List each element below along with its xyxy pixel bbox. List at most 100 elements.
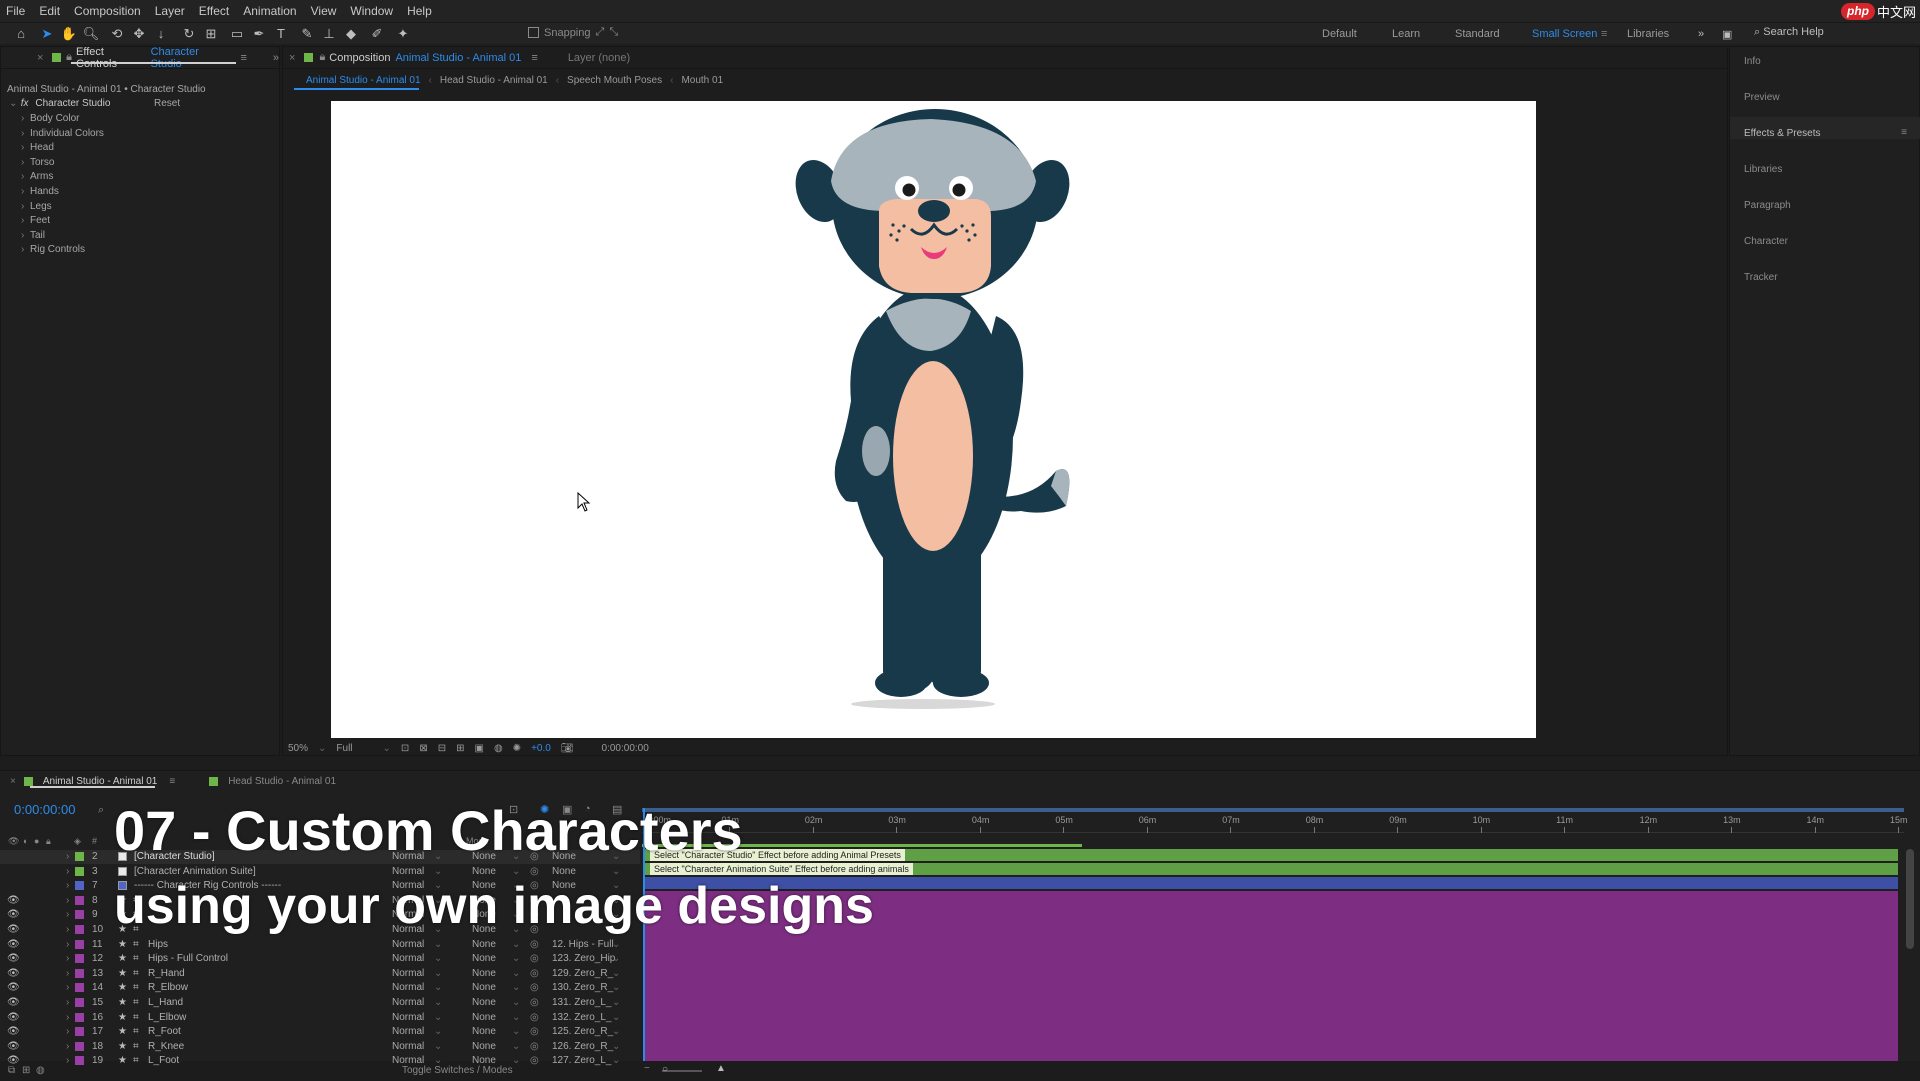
- shy-star-icon[interactable]: ★: [118, 982, 127, 993]
- layer-mode-select[interactable]: Normal: [392, 1041, 424, 1052]
- menu-effect[interactable]: Effect: [199, 4, 229, 18]
- orbit-tool-icon[interactable]: ⟲: [108, 25, 126, 43]
- expand-arrow-icon[interactable]: ›: [66, 895, 69, 906]
- lock-icon[interactable]: 🔒︎: [319, 51, 325, 64]
- composition-tab[interactable]: Composition: [329, 52, 390, 64]
- layer-trkmat-select[interactable]: None: [472, 1026, 496, 1037]
- layer-trkmat-select[interactable]: None: [472, 1012, 496, 1023]
- home-icon[interactable]: ⌂: [12, 25, 30, 43]
- trkmat-dropdown-icon[interactable]: ⌄: [512, 968, 520, 979]
- layer-trkmat-select[interactable]: None: [472, 997, 496, 1008]
- label-color-swatch[interactable]: [75, 1012, 84, 1022]
- solo-column-icon[interactable]: ●: [34, 836, 39, 846]
- expand-arrow-icon[interactable]: ›: [66, 953, 69, 964]
- parent-dropdown-icon[interactable]: ⌄: [612, 997, 620, 1008]
- roto-brush-tool-icon[interactable]: ✐: [368, 25, 386, 43]
- expand-arrow-icon[interactable]: ›: [21, 186, 30, 197]
- visibility-eye-icon[interactable]: 👁︎: [7, 895, 20, 906]
- layer-parent-select[interactable]: 126. Zero_R_: [552, 1041, 613, 1052]
- parent-dropdown-icon[interactable]: ⌄: [612, 982, 620, 993]
- workspace-learn[interactable]: Learn: [1392, 28, 1420, 40]
- parent-dropdown-icon[interactable]: ⌄: [612, 939, 620, 950]
- shy-star-icon[interactable]: ★: [118, 1026, 127, 1037]
- fx-label[interactable]: fx: [21, 98, 29, 109]
- menu-help[interactable]: Help: [407, 4, 432, 18]
- parent-dropdown-icon[interactable]: ⌄: [612, 1012, 620, 1023]
- eraser-tool-icon[interactable]: ◆: [342, 25, 360, 43]
- layer-mode-select[interactable]: Normal: [392, 1055, 424, 1066]
- workspace-standard[interactable]: Standard: [1455, 28, 1500, 40]
- breadcrumb-speech-mouth[interactable]: Speech Mouth Poses: [567, 75, 662, 86]
- layer-parent-select[interactable]: 130. Zero_R_: [552, 982, 613, 993]
- label-color-swatch[interactable]: [75, 939, 84, 949]
- parent-dropdown-icon[interactable]: ⌄: [612, 968, 620, 979]
- shy-star-icon[interactable]: ★: [118, 939, 127, 950]
- expand-arrow-icon[interactable]: ›: [21, 128, 30, 139]
- trkmat-dropdown-icon[interactable]: ⌄: [512, 982, 520, 993]
- zoom-out-icon[interactable]: −: [644, 1063, 650, 1074]
- visibility-eye-icon[interactable]: 👁︎: [7, 997, 20, 1008]
- expand-arrow-icon[interactable]: ›: [21, 215, 30, 226]
- label-color-swatch[interactable]: [75, 998, 84, 1007]
- breadcrumb-mouth[interactable]: Mouth 01: [681, 75, 723, 86]
- layer-row[interactable]: 👁︎ › 16 ★ ⌗ L_Elbow Normal ⌄ None ⌄ ◎ 132. Zero_L_ ⌄: [0, 1011, 640, 1025]
- clone-stamp-tool-icon[interactable]: ⊥: [320, 25, 338, 43]
- effect-group[interactable]: › Rig Controls: [21, 244, 85, 255]
- expand-arrow-icon[interactable]: ›: [21, 113, 30, 124]
- label-color-swatch[interactable]: [75, 852, 84, 861]
- visibility-eye-icon[interactable]: 👁︎: [7, 953, 20, 964]
- expand-arrow-icon[interactable]: ›: [21, 142, 30, 153]
- zoom-slider-handle[interactable]: ○: [662, 1064, 668, 1075]
- visibility-eye-icon[interactable]: 👁︎: [7, 1055, 20, 1066]
- label-color-swatch[interactable]: [75, 983, 84, 993]
- layer-row[interactable]: 👁︎ › 19 ★ ⌗ L_Foot Normal ⌄ None ⌄ ◎ 127. Zero_L_ ⌄: [0, 1054, 640, 1068]
- audio-column-icon[interactable]: ◖: [22, 836, 27, 846]
- rectangle-tool-icon[interactable]: ▭: [228, 25, 246, 43]
- pick-whip-icon[interactable]: ◎: [530, 1026, 539, 1037]
- workspace-toggle-icon[interactable]: ▣: [1722, 28, 1732, 41]
- lock-column-icon[interactable]: 🔒︎: [46, 836, 51, 847]
- trkmat-dropdown-icon[interactable]: ⌄: [512, 953, 520, 964]
- layer-mode-select[interactable]: Normal: [392, 968, 424, 979]
- label-color-swatch[interactable]: [75, 1027, 84, 1037]
- exposure-value[interactable]: +0.0: [531, 743, 551, 754]
- timeline-tab-animal-studio[interactable]: Animal Studio - Animal 01: [43, 776, 158, 787]
- breadcrumb-head-studio[interactable]: Head Studio - Animal 01: [440, 75, 548, 86]
- mode-dropdown-icon[interactable]: ⌄: [434, 968, 442, 979]
- effect-group[interactable]: › Legs: [21, 201, 52, 212]
- close-panel-icon[interactable]: ×: [10, 776, 16, 787]
- grid-options-icon[interactable]: ▣: [474, 743, 483, 754]
- parent-dropdown-icon[interactable]: ⌄: [612, 1026, 620, 1037]
- visibility-eye-icon[interactable]: 👁︎: [7, 924, 20, 935]
- menu-window[interactable]: Window: [350, 4, 393, 18]
- visibility-column-icon[interactable]: 👁︎: [8, 836, 19, 847]
- layer-name[interactable]: [Character Animation Suite]: [134, 866, 256, 877]
- shy-star-icon[interactable]: ★: [118, 1055, 127, 1066]
- expand-arrow-icon[interactable]: ⌄: [9, 98, 18, 109]
- effect-controls-target[interactable]: Character Studio: [151, 46, 231, 70]
- layer-mode-select[interactable]: Normal: [392, 866, 424, 877]
- brush-tool-icon[interactable]: ✎: [298, 25, 316, 43]
- search-input[interactable]: Search Help: [1763, 26, 1824, 38]
- layer-name[interactable]: L_Hand: [148, 997, 183, 1008]
- reset-button[interactable]: Reset: [154, 98, 180, 109]
- pick-whip-icon[interactable]: ◎: [530, 1055, 539, 1066]
- expand-arrow-icon[interactable]: ›: [66, 982, 69, 993]
- layer-parent-select[interactable]: 127. Zero_L_: [552, 1055, 612, 1066]
- expand-arrow-icon[interactable]: ›: [21, 171, 30, 182]
- layer-name[interactable]: R_Hand: [148, 968, 185, 979]
- mode-dropdown-icon[interactable]: ⌄: [434, 982, 442, 993]
- layer-name[interactable]: Hips: [148, 939, 168, 950]
- type-tool-icon[interactable]: T: [272, 25, 290, 43]
- expand-arrow-icon[interactable]: ›: [66, 997, 69, 1008]
- label-color-swatch[interactable]: [75, 925, 84, 934]
- resolution-dropdown-icon[interactable]: ⌄: [383, 743, 391, 754]
- pick-whip-icon[interactable]: ◎: [530, 939, 539, 950]
- layer-row[interactable]: 👁︎ › 12 ★ ⌗ Hips - Full Control Normal ⌄ None ⌄ ◎ 1…: [0, 952, 640, 966]
- label-color-swatch[interactable]: [75, 954, 84, 964]
- effect-group[interactable]: › Feet: [21, 215, 50, 226]
- expand-arrow-icon[interactable]: ›: [66, 909, 69, 920]
- layer-name[interactable]: Hips - Full Control: [148, 953, 228, 964]
- label-color-swatch[interactable]: [75, 968, 84, 978]
- mode-dropdown-icon[interactable]: ⌄: [434, 866, 442, 877]
